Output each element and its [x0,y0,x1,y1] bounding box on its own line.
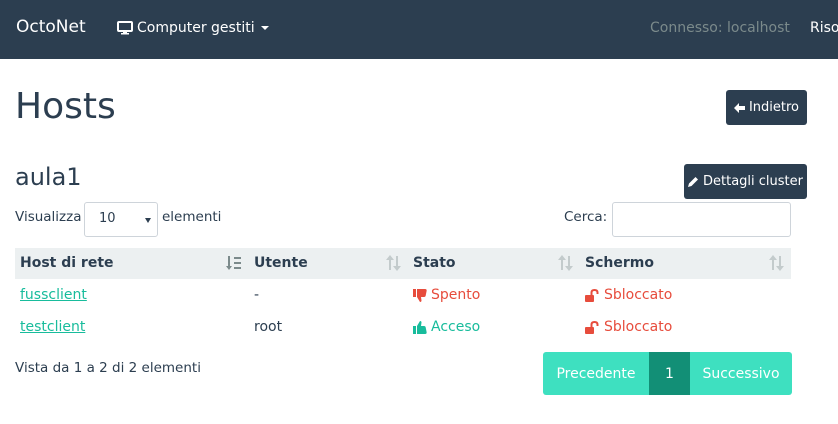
previous-page-button[interactable]: Precedente [543,352,649,395]
host-link[interactable]: fussclient [20,287,87,303]
table-info: Vista da 1 a 2 di 2 elementi [15,360,201,376]
select-arrow-icon [145,218,151,223]
desktop-icon [117,21,133,35]
unlock-icon [585,288,599,302]
page-size-select[interactable]: 10 [84,202,158,237]
entries-label: elementi [162,209,222,225]
cluster-name: aula1 [15,163,82,191]
column-user[interactable]: Utente [254,255,308,271]
screen-label: Sbloccato [604,319,673,335]
cluster-details-label: Dettagli cluster [703,174,803,189]
screen-label: Sbloccato [604,287,673,303]
managed-computers-label: Computer gestiti [137,20,255,36]
sort-icon[interactable] [386,255,402,271]
status-label: Spento [431,287,481,303]
next-page-button[interactable]: Successivo [690,352,792,395]
sort-icon[interactable] [558,255,574,271]
caret-down-icon [260,26,269,30]
page-1-button[interactable]: 1 [649,352,690,395]
column-host[interactable]: Host di rete [20,255,114,271]
cluster-details-button[interactable]: Dettagli cluster [684,164,807,199]
page-size-value: 10 [99,211,116,226]
user-cell: - [254,287,260,303]
search-input[interactable] [612,202,791,237]
connection-status: Connesso: localhost [650,20,790,36]
thumbs-up-icon [413,320,427,334]
status-label: Acceso [431,319,481,335]
managed-computers-menu[interactable]: Computer gestiti [117,20,269,36]
pencil-icon [688,177,698,187]
back-button[interactable]: Indietro [726,90,807,125]
thumbs-down-icon [413,288,427,302]
host-link[interactable]: testclient [20,319,85,335]
brand-link[interactable]: OctoNet [16,17,86,37]
status-cell: Spento [413,287,480,303]
column-screen[interactable]: Schermo [585,255,654,271]
arrow-left-icon [733,102,745,113]
show-label: Visualizza [15,209,82,225]
unlock-icon [585,320,599,334]
search-label: Cerca: [564,209,608,225]
table-header: Host di rete Utente Stato Schermo [15,248,791,279]
column-status[interactable]: Stato [413,255,456,271]
back-button-label: Indietro [748,100,800,115]
screen-cell: Sbloccato [585,319,672,335]
pagination: Precedente 1 Successivo [543,352,792,395]
page-title: Hosts [15,86,116,127]
nav-right-link[interactable]: Riso [810,20,838,36]
sort-desc-icon[interactable] [226,255,242,271]
screen-cell: Sbloccato [585,287,672,303]
navbar: OctoNet Computer gestiti Connesso: local… [0,0,838,59]
status-cell: Acceso [413,319,480,335]
sort-icon[interactable] [769,255,785,271]
user-cell: root [254,319,283,335]
